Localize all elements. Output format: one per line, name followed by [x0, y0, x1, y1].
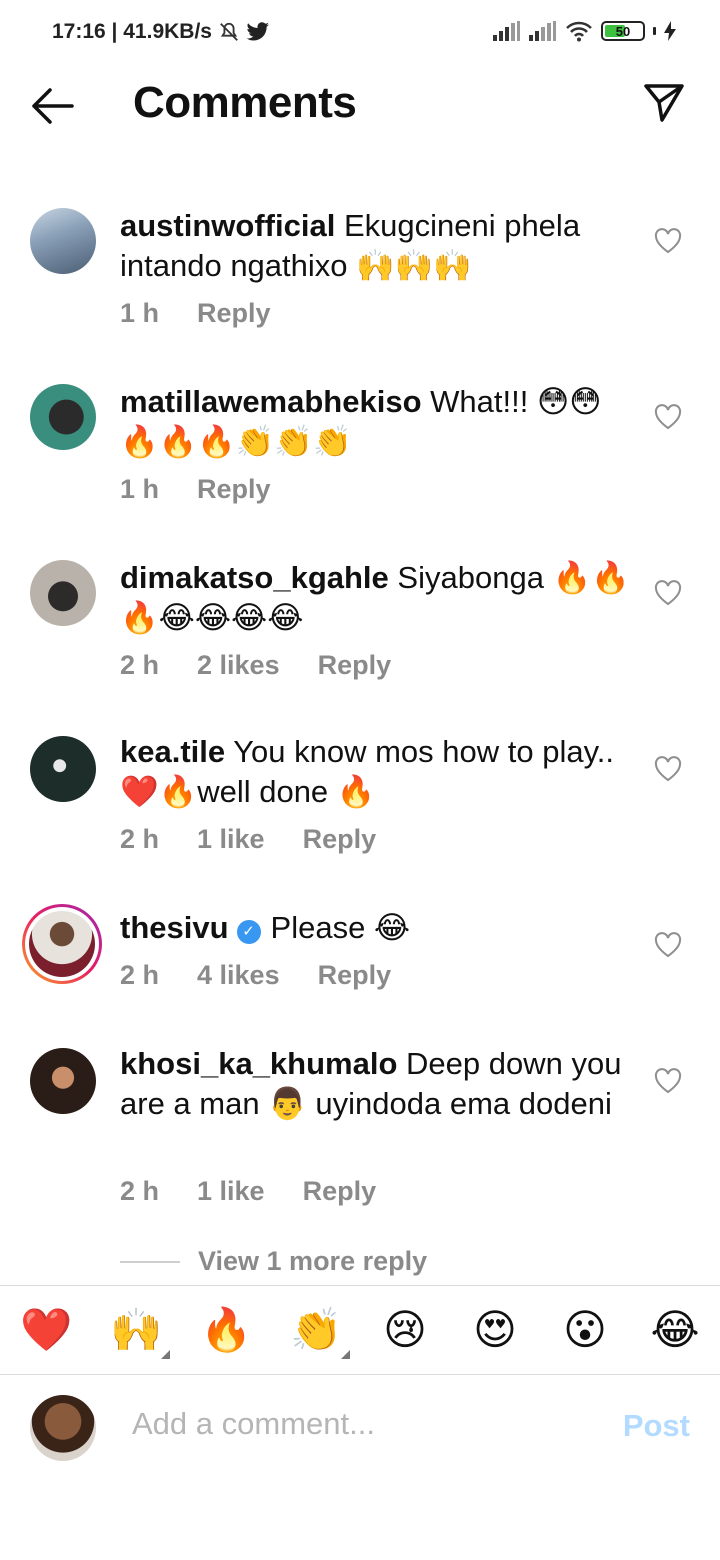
- reaction-clap[interactable]: 👏: [290, 1305, 350, 1359]
- comment-username[interactable]: austinwofficial: [120, 208, 335, 243]
- charging-icon: [664, 21, 676, 41]
- comment-time: 2 h: [120, 824, 160, 854]
- reaction-crying[interactable]: 😢: [380, 1305, 430, 1355]
- comment-meta: 1 h Reply: [120, 298, 271, 329]
- comment-text: Please 😂: [270, 910, 411, 945]
- like-heart-icon[interactable]: [654, 404, 682, 430]
- send-icon[interactable]: [642, 80, 686, 124]
- reaction-heart[interactable]: ❤️: [20, 1305, 72, 1355]
- comment-username[interactable]: khosi_ka_khumalo: [120, 1046, 397, 1081]
- page-title: Comments: [133, 78, 357, 127]
- comment-likes[interactable]: 4 likes: [197, 960, 280, 991]
- post-button[interactable]: Post: [623, 1408, 690, 1444]
- comment-time: 1 h: [120, 474, 160, 504]
- comment-meta: 2 h 1 like Reply: [120, 1176, 376, 1207]
- battery-nub: [653, 27, 656, 35]
- reply-button[interactable]: Reply: [197, 298, 271, 329]
- signal-icon: [493, 21, 520, 41]
- current-user-avatar: [30, 1395, 96, 1461]
- comment-username[interactable]: matillawemabhekiso: [120, 384, 422, 419]
- view-more-replies[interactable]: View 1 more reply: [120, 1246, 427, 1277]
- header: Comments: [0, 62, 720, 152]
- status-bar: 17:16 | 41.9KB/s 50: [0, 0, 720, 62]
- like-heart-icon[interactable]: [654, 228, 682, 254]
- comment-list: austinwofficial Ekugcineni phela intando…: [0, 152, 720, 1284]
- status-right: 50: [493, 20, 676, 42]
- avatar[interactable]: [30, 560, 96, 626]
- comment-time: 2 h: [120, 1176, 160, 1206]
- reaction-heart-eyes[interactable]: 😍: [470, 1305, 520, 1355]
- avatar[interactable]: [30, 1048, 96, 1114]
- twitter-icon: [246, 22, 269, 41]
- reaction-surprised[interactable]: 😮: [560, 1305, 610, 1355]
- comment-likes[interactable]: 2 likes: [197, 650, 280, 681]
- reply-button[interactable]: Reply: [318, 650, 392, 681]
- like-heart-icon[interactable]: [654, 756, 682, 782]
- comment-meta: 2 h 2 likes Reply: [120, 650, 391, 681]
- reply-button[interactable]: Reply: [318, 960, 392, 991]
- like-heart-icon[interactable]: [654, 932, 682, 958]
- comment-likes[interactable]: 1 like: [197, 1176, 265, 1207]
- comment-username[interactable]: kea.tile: [120, 734, 225, 769]
- quick-reactions-bar: ❤️ 🙌 🔥 👏 😢 😍 😮 😂: [0, 1285, 720, 1375]
- variant-indicator: [161, 1350, 170, 1359]
- mute-icon: [220, 22, 238, 41]
- avatar[interactable]: [30, 736, 96, 802]
- reply-button[interactable]: Reply: [197, 474, 271, 505]
- like-heart-icon[interactable]: [654, 1068, 682, 1094]
- comment-body: kea.tile You know mos how to play.. ❤️🔥w…: [120, 732, 630, 812]
- comment-input[interactable]: [132, 1406, 572, 1442]
- reaction-laughing[interactable]: 😂: [650, 1305, 700, 1355]
- like-heart-icon[interactable]: [654, 580, 682, 606]
- comment-body: khosi_ka_khumalo Deep down you are a man…: [120, 1044, 630, 1124]
- battery-icon: 50: [601, 21, 645, 41]
- status-time-speed: 17:16 | 41.9KB/s: [52, 20, 212, 43]
- reaction-fire[interactable]: 🔥: [200, 1305, 252, 1355]
- avatar-story-ring[interactable]: [22, 904, 102, 984]
- avatar[interactable]: [30, 384, 96, 450]
- comment-meta: 2 h 4 likes Reply: [120, 960, 391, 991]
- comment-time: 2 h: [120, 650, 160, 680]
- comment-body: austinwofficial Ekugcineni phela intando…: [120, 206, 630, 286]
- reaction-emoji: 🙌: [110, 1306, 163, 1353]
- verified-badge-icon: ✓: [236, 920, 261, 944]
- wifi-icon: [566, 21, 592, 42]
- add-comment-bar: Post: [0, 1376, 720, 1476]
- divider-line: [120, 1260, 180, 1263]
- avatar: [29, 911, 95, 977]
- comment-body: thesivu ✓ Please 😂: [120, 908, 630, 948]
- signal-icon-2: [529, 21, 556, 41]
- variant-indicator: [341, 1350, 350, 1359]
- reply-button[interactable]: Reply: [303, 824, 377, 855]
- comment-username[interactable]: dimakatso_kgahle: [120, 560, 389, 595]
- battery-level: 50: [615, 23, 631, 39]
- comment-body: matillawemabhekiso What!!! 😳😳🔥🔥🔥👏👏👏: [120, 382, 630, 462]
- reaction-raised-hands[interactable]: 🙌: [110, 1305, 170, 1359]
- back-arrow-icon[interactable]: [28, 84, 76, 128]
- reply-button[interactable]: Reply: [303, 1176, 377, 1207]
- avatar[interactable]: [30, 208, 96, 274]
- comment-time: 1 h: [120, 298, 160, 328]
- comment-username[interactable]: thesivu: [120, 910, 229, 945]
- comment-time: 2 h: [120, 960, 160, 990]
- view-more-label: View 1 more reply: [198, 1246, 428, 1276]
- status-left: 17:16 | 41.9KB/s: [52, 20, 270, 44]
- comment-meta: 1 h Reply: [120, 474, 271, 505]
- comment-meta: 2 h 1 like Reply: [120, 824, 376, 855]
- reaction-emoji: 👏: [290, 1306, 343, 1353]
- comment-body: dimakatso_kgahle Siyabonga 🔥🔥🔥😂😂😂😂: [120, 558, 630, 638]
- comment-likes[interactable]: 1 like: [197, 824, 265, 855]
